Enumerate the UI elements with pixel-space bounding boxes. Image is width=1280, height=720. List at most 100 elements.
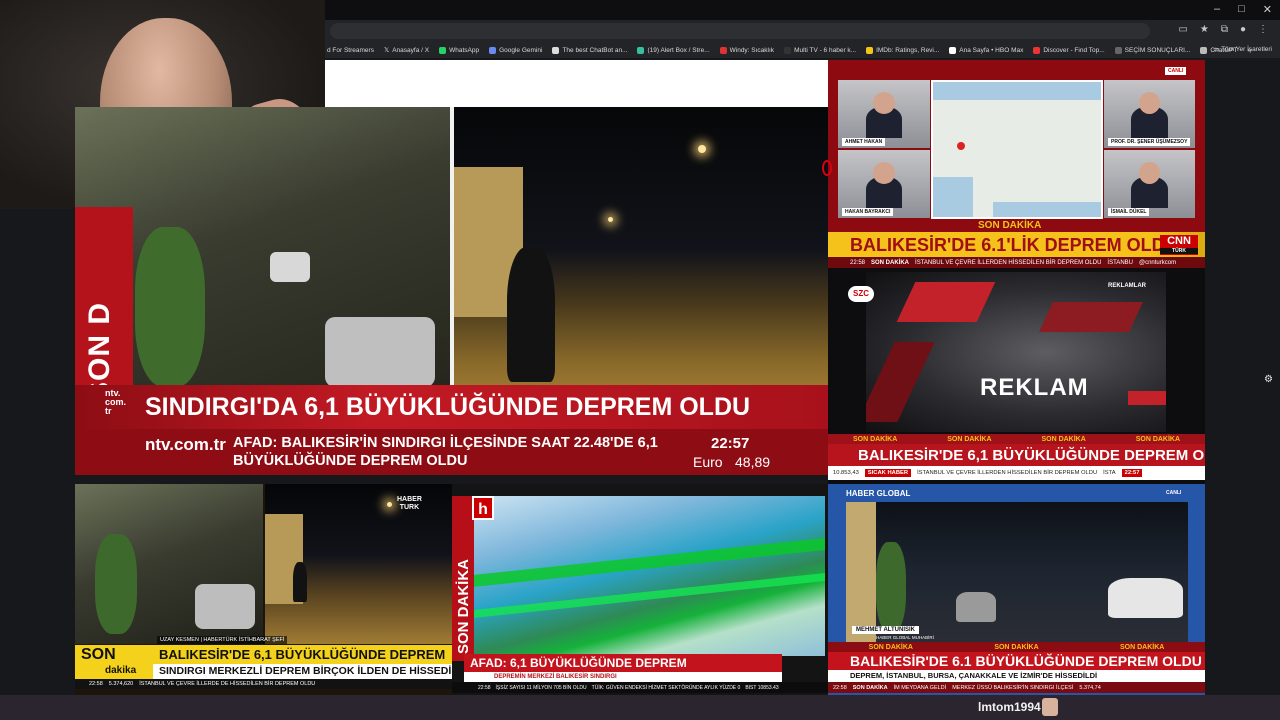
halk-tv-logo: h — [472, 496, 494, 520]
haber-global-headline: BALIKESİR'DE 6.1 BÜYÜKLÜĞÜNDE DEPREM OLD… — [850, 653, 1202, 669]
szc-logo: SZC — [848, 286, 874, 302]
haberturk-subline: SINDIRGI MERKEZLİ DEPREM BİRÇOK İLDEN DE… — [159, 665, 452, 677]
szc-stream[interactable]: SZC REKLAMLAR REKLAM SON DAKİKA SON DAKİ… — [828, 268, 1205, 484]
minimize-button[interactable]: – — [1214, 3, 1220, 16]
haber-global-stream[interactable]: HABER GLOBAL CANLI MEHMET ALTUNISIK HABE… — [828, 484, 1205, 695]
son-dakika-badge: SON dakika — [75, 645, 153, 683]
red-accent — [1128, 391, 1166, 405]
son-dakika-strip: SON DAKİKA SON DAKİKA SON DAKİKA SON DAK… — [828, 434, 1205, 444]
maximize-button[interactable]: □ — [1238, 3, 1245, 16]
bookmark-item[interactable]: Multi TV - 6 haber k... — [784, 46, 856, 54]
walking-person — [293, 562, 307, 602]
bush — [135, 227, 205, 387]
haberturk-logo: HABER TURK — [397, 496, 422, 511]
halk-subline: DEPREMİN MERKEZİ BALIKESİR SINDIRGI — [464, 672, 782, 682]
szc-headline-banner: BALIKESİR'DE 6,1 BÜYÜKLÜĞÜNDE DEPREM OLD… — [828, 444, 1205, 466]
profile-icon[interactable]: ● — [1240, 24, 1246, 35]
haberturk-stream[interactable]: HABER TURK UZAY KESMEN | HABERTÜRK İSTİH… — [75, 484, 452, 695]
cnn-turk-stream[interactable]: CANLI AHMET HAKAN PROF. DR. ŞENER ÜŞÜMEZ… — [828, 60, 1205, 268]
bookmark-item[interactable]: d For Streamers — [327, 47, 374, 54]
bookmark-item[interactable]: Ana Sayfa • HBO Max — [949, 46, 1023, 54]
parked-car — [1108, 578, 1183, 618]
address-field[interactable] — [330, 23, 1150, 39]
halk-tv-video — [474, 496, 825, 656]
szc-ticker: 10.853,43 SICAK HABER İSTANBUL VE ÇEVRE … — [828, 466, 1205, 480]
folder-icon: ▭ — [1213, 46, 1220, 53]
parked-car — [195, 584, 255, 629]
ad-graphic — [866, 272, 1166, 432]
bookmarks-bar: d For Streamers 𝕏 Anasayfa / X WhatsApp G… — [325, 42, 1280, 58]
gemini-icon — [489, 46, 497, 54]
bush — [95, 534, 137, 634]
haber-global-video — [846, 502, 1188, 642]
reporter-role: HABER GLOBAL MUHABİRİ — [876, 635, 934, 640]
panelist-cell: PROF. DR. ŞENER ÜŞÜMEZSOY — [1104, 80, 1195, 148]
haberturk-headline: BALIKESİR'DE 6,1 BÜYÜKLÜĞÜNDE DEPREM — [159, 647, 446, 662]
extensions-icon[interactable]: ⧉ — [1221, 24, 1228, 35]
bookmark-item[interactable]: Discover - Find Top... — [1033, 46, 1105, 54]
ntv-site: ntv.com.tr — [145, 435, 226, 454]
street-lamp — [698, 145, 706, 153]
szc-headline: BALIKESİR'DE 6,1 BÜYÜKLÜĞÜNDE DEPREM OLD… — [858, 447, 1205, 464]
reporter-name: MEHMET ALTUNISIK — [852, 626, 919, 634]
cnn-logo: CNN TÜRK — [1160, 235, 1198, 255]
halk-tv-stream[interactable]: SON DAKİKA h AFAD: 6,1 BÜYÜKLÜĞÜNDE DEPR… — [452, 484, 828, 695]
close-button[interactable]: ✕ — [1263, 3, 1272, 16]
split-divider — [450, 107, 454, 427]
bookmark-item[interactable]: 𝕏 Anasayfa / X — [383, 46, 429, 55]
panelist-cell: HAKAN BAYRAKCI — [838, 150, 930, 218]
street-lamp — [387, 502, 392, 507]
menu-icon[interactable]: ⋮ — [1258, 24, 1268, 35]
son-dakika-label: SON DAKİKA — [978, 220, 1042, 231]
record-indicator-icon — [822, 160, 832, 176]
discover-icon — [1033, 46, 1041, 54]
bookmark-item[interactable]: IMDb: Ratings, Revi... — [866, 46, 939, 54]
son-dakika-strip: SON DAKİKA SON DAKİKA SON DAKİKA — [828, 642, 1205, 652]
ntv-ticker-text: AFAD: BALIKESİR'İN SINDIRGI İLÇESİNDE SA… — [233, 435, 658, 469]
cnn-headline: BALIKESİR'DE 6.1'LİK DEPREM OLDU — [850, 235, 1178, 255]
ntv-ticker: ntv.com.tr AFAD: BALIKESİR'İN SINDIRGI İ… — [75, 429, 828, 475]
panelist-name: AHMET HAKAN — [842, 138, 886, 146]
star-icon[interactable]: ★ — [1200, 24, 1209, 35]
all-bookmarks-button[interactable]: ▭ Tüm Yer İşaretleri — [1213, 45, 1272, 53]
ads-tag: REKLAMLAR — [1108, 283, 1146, 289]
multitv-icon — [784, 46, 792, 54]
haberturk-ticker: 22:58 5.374,620 İSTANBUL VE ÇEVRE İLLERD… — [75, 679, 452, 689]
haberturk-subline-banner: SINDIRGI MERKEZLİ DEPREM BİRÇOK İLDEN DE… — [153, 664, 452, 679]
whatsapp-icon — [439, 46, 447, 54]
live-badge: CANLI — [1165, 67, 1187, 75]
blank-page-area — [325, 60, 828, 107]
ntv-stream[interactable]: SON D ntv. com. tr SINDIRGI'DA 6,1 BÜYÜK… — [75, 107, 828, 475]
parked-car — [956, 592, 996, 622]
haberturk-video-left — [75, 484, 263, 644]
live-badge: CANLI — [1166, 490, 1182, 496]
stream-chat-bar: lmtom1994 — [0, 695, 1280, 720]
panelist-cell: İSMAİL DÜKEL — [1104, 150, 1195, 218]
haber-global-headline-banner: BALIKESİR'DE 6.1 BÜYÜKLÜĞÜNDE DEPREM OLD… — [828, 652, 1205, 670]
bookmark-item[interactable]: The best ChatBot an... — [552, 46, 627, 54]
earthquake-map — [931, 80, 1103, 219]
bookmark-item[interactable]: SEÇİM SONUÇLARI... — [1114, 46, 1190, 54]
x-icon: 𝕏 — [383, 47, 390, 54]
ntv-headline-banner: ntv. com. tr SINDIRGI'DA 6,1 BÜYÜKLÜĞÜND… — [75, 385, 828, 429]
gear-icon[interactable]: ⚙ — [1264, 374, 1273, 385]
haberturk-video-right — [265, 484, 452, 644]
bookmark-item[interactable]: WhatsApp — [439, 46, 479, 54]
bookmark-item[interactable]: Google Gemini — [489, 46, 542, 54]
halk-ticker: 22:58 İŞSİZ SAYISI 11 MİLYON 705 BİN OLD… — [452, 682, 828, 693]
browser-toolbar-icons: ▭ ★ ⧉ ● ⋮ — [1178, 24, 1268, 35]
haberturk-headline-banner: BALIKESİR'DE 6,1 BÜYÜKLÜĞÜNDE DEPREM — [153, 645, 452, 664]
haber-global-logo: HABER GLOBAL — [846, 489, 911, 498]
ntv-logo: ntv. com. tr — [105, 388, 127, 416]
ad-title: REKLAM — [980, 374, 1089, 401]
imdb-icon — [866, 46, 874, 54]
bookmark-item[interactable]: Windy: Sıcaklık — [719, 46, 774, 54]
bookmark-item[interactable]: (19) Alert Box / Stre... — [637, 46, 710, 54]
cast-icon[interactable]: ▭ — [1178, 24, 1187, 35]
chatbot-icon — [552, 46, 560, 54]
ntv-headline: SINDIRGI'DA 6,1 BÜYÜKLÜĞÜNDE DEPREM OLDU — [145, 393, 751, 421]
walking-person — [507, 247, 555, 382]
window-controls: – □ ✕ — [1214, 3, 1272, 16]
euro-label: Euro — [693, 454, 723, 470]
chatgpt-icon — [1200, 46, 1208, 54]
